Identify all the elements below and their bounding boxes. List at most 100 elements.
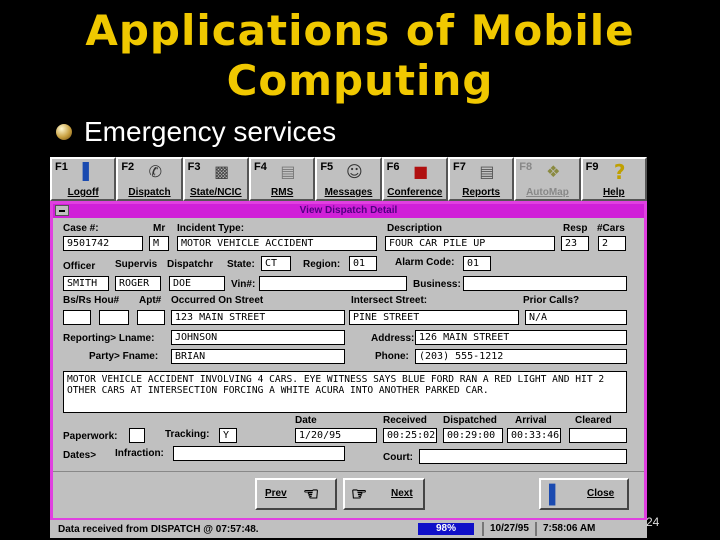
incident-type-field[interactable]: MOTOR VEHICLE ACCIDENT <box>177 236 377 251</box>
alarm-code-field[interactable]: 01 <box>463 256 491 271</box>
apt-label: Apt# <box>139 295 162 306</box>
toolbar-button-reports[interactable]: F7 ▤ Reports <box>447 157 515 201</box>
dispatchr-label: Dispatchr <box>167 259 214 270</box>
cars-field[interactable]: 2 <box>598 236 626 251</box>
case-number-field[interactable]: 9501742 <box>63 236 143 251</box>
court-label: Court: <box>383 452 413 463</box>
lname-field[interactable]: JOHNSON <box>171 330 345 345</box>
prior-calls-field[interactable]: N/A <box>525 310 627 325</box>
bullet-text: Emergency services <box>84 116 337 147</box>
infraction-field[interactable] <box>173 446 345 461</box>
vin-field[interactable] <box>259 276 407 291</box>
business-field[interactable] <box>463 276 627 291</box>
dispatched-label: Dispatched <box>443 415 497 426</box>
received-field[interactable]: 00:25:02 <box>383 428 437 443</box>
prior-calls-label: Prior Calls? <box>523 295 580 306</box>
toolbar-button-automap[interactable]: F8 ❖ AutoMap <box>514 157 581 201</box>
button-bar: Prev ☜ ☞ Next ▌ Close <box>53 471 644 518</box>
fname-field[interactable]: BRIAN <box>171 349 345 364</box>
close-button[interactable]: ▌ Close <box>539 478 629 510</box>
message-people-icon: ☺ <box>345 162 363 181</box>
state-field[interactable]: CT <box>261 256 291 271</box>
arrival-label: Arrival <box>515 415 547 426</box>
intersect-street-field[interactable]: PINE STREET <box>349 310 519 325</box>
fkey-label: F9 <box>585 161 599 173</box>
resp-label: Resp <box>563 223 588 234</box>
prev-button-label: Prev <box>265 488 287 499</box>
fkey-label: F5 <box>320 161 334 173</box>
business-label: Business: <box>413 279 461 290</box>
bullet-item: Emergency services <box>56 116 336 148</box>
status-message: Data received from DISPATCH @ 07:57:48. <box>58 523 259 535</box>
toolbar-label: AutoMap <box>526 187 569 198</box>
court-field[interactable] <box>419 449 627 464</box>
window-titlebar: View Dispatch Detail <box>53 204 644 218</box>
toolbar-label: Dispatch <box>128 187 171 198</box>
bsrs-hou-label: Bs/Rs Hou# <box>63 295 120 306</box>
fkey-label: F3 <box>187 161 201 173</box>
description-field[interactable]: FOUR CAR PILE UP <box>385 236 555 251</box>
dispatchr-field[interactable]: DOE <box>169 276 225 291</box>
dispatch-form: Case #: 9501742 Mr M Incident Type: MOTO… <box>53 218 644 471</box>
officer-field[interactable]: SMITH <box>63 276 109 291</box>
slide-title-line1: Applications of Mobile <box>85 6 635 55</box>
date-field[interactable]: 1/20/95 <box>295 428 377 443</box>
status-bar: Data received from DISPATCH @ 07:57:48. … <box>50 520 647 538</box>
bsrs-field[interactable] <box>63 310 91 325</box>
fkey-label: F2 <box>121 161 135 173</box>
window-title: View Dispatch Detail <box>299 205 398 216</box>
toolbar-button-conference[interactable]: F6 ■ Conference <box>381 157 448 201</box>
officer-label: Officer <box>63 261 96 272</box>
toolbar-label: Conference <box>387 187 443 198</box>
tracking-field[interactable]: Y <box>219 428 237 443</box>
toolbar-label: State/NCIC <box>189 187 242 198</box>
arrival-field[interactable]: 00:33:46 <box>507 428 561 443</box>
dispatch-detail-window: View Dispatch Detail Case #: 9501742 Mr … <box>50 201 647 520</box>
mr-field[interactable]: M <box>149 236 169 251</box>
address-field[interactable]: 126 MAIN STREET <box>415 330 627 345</box>
toolbar-button-messages[interactable]: F5 ☺ Messages <box>315 157 382 201</box>
occurred-street-field[interactable]: 123 MAIN STREET <box>171 310 345 325</box>
dates-label: Dates> <box>63 450 97 461</box>
function-key-toolbar: F1 ▌ Logoff F2 ✆ Dispatch F3 ▩ State/NCI… <box>50 157 647 201</box>
toolbar-label: Messages <box>324 187 373 198</box>
state-label: State: <box>227 259 255 270</box>
dispatch-radio-icon: ✆ <box>148 162 163 181</box>
phone-label: Phone: <box>375 351 409 362</box>
file-cabinet-icon: ▤ <box>280 162 296 181</box>
supervis-label: Supervis <box>115 259 158 270</box>
house-number-field[interactable] <box>99 310 129 325</box>
next-button[interactable]: ☞ Next <box>343 478 425 510</box>
narrative-textarea[interactable]: MOTOR VEHICLE ACCIDENT INVOLVING 4 CARS.… <box>63 371 627 413</box>
party-fname-label: Party> Fname: <box>89 351 159 362</box>
toolbar-label: Logoff <box>67 187 99 198</box>
toolbar-button-rms[interactable]: F4 ▤ RMS <box>248 157 316 201</box>
phone-field[interactable]: (203) 555-1212 <box>415 349 627 364</box>
paperwork-field[interactable] <box>129 428 145 443</box>
toolbar-button-logoff[interactable]: F1 ▌ Logoff <box>50 157 117 201</box>
received-label: Received <box>383 415 427 426</box>
toolbar-button-help[interactable]: F9 ? Help <box>580 157 647 201</box>
fkey-label: F8 <box>519 161 533 173</box>
toolbar-button-dispatch[interactable]: F2 ✆ Dispatch <box>116 157 183 201</box>
supervis-field[interactable]: ROGER <box>115 276 161 291</box>
dispatched-field[interactable]: 00:29:00 <box>443 428 503 443</box>
next-button-label: Next <box>391 488 413 499</box>
resp-field[interactable]: 23 <box>561 236 589 251</box>
incident-type-label: Incident Type: <box>177 223 245 234</box>
fkey-label: F7 <box>452 161 466 173</box>
region-field[interactable]: 01 <box>349 256 377 271</box>
map-icon: ❖ <box>546 162 561 181</box>
cleared-label: Cleared <box>575 415 612 426</box>
mr-label: Mr <box>153 223 166 234</box>
description-label: Description <box>387 223 443 234</box>
cleared-field[interactable] <box>569 428 627 443</box>
prev-button[interactable]: Prev ☜ <box>255 478 337 510</box>
occurred-street-label: Occurred On Street <box>171 295 264 306</box>
toolbar-label: RMS <box>271 187 294 198</box>
hand-point-right-icon: ☞ <box>351 484 368 504</box>
slide-title-line2: Computing <box>226 56 494 105</box>
apt-field[interactable] <box>137 310 165 325</box>
fkey-label: F6 <box>386 161 400 173</box>
toolbar-button-state-ncic[interactable]: F3 ▩ State/NCIC <box>182 157 249 201</box>
